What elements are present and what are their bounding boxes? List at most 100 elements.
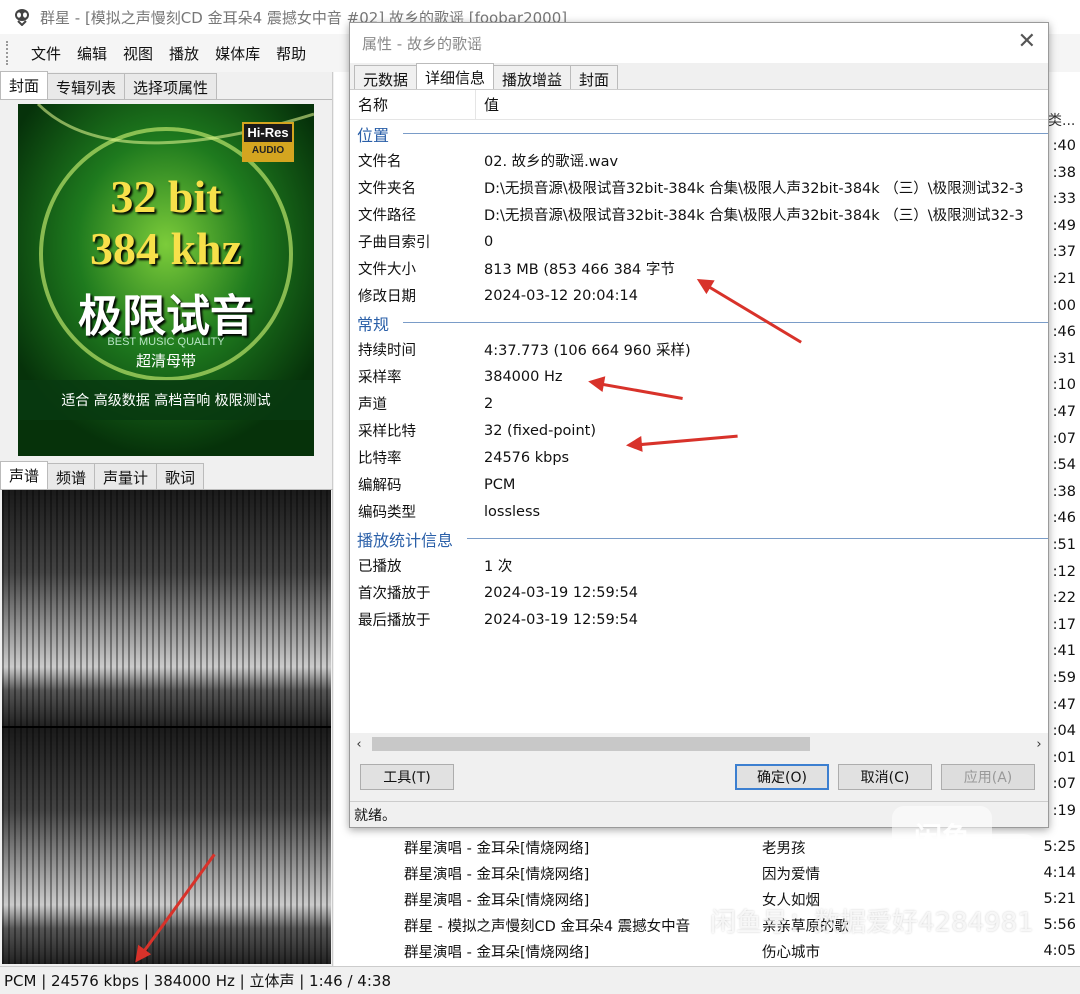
detail-value: 0 <box>484 233 494 250</box>
detail-row[interactable]: 最后播放于 2024-03-19 12:59:54 <box>350 606 1048 633</box>
menu-file[interactable]: 文件 <box>23 43 69 64</box>
section-title: 常规 <box>357 314 390 334</box>
playlist-duration-cell: :59 <box>1052 670 1076 686</box>
detail-row[interactable]: 比特率 24576 kbps <box>350 444 1048 471</box>
detail-name: 采样率 <box>358 370 402 386</box>
detail-value: 24576 kbps <box>484 449 570 466</box>
cover-line2: 384 khz <box>89 223 243 274</box>
row-artist: 群星演唱 - 金耳朵[情烧网络] <box>404 866 590 883</box>
row-title: 伤心城市 <box>762 944 820 961</box>
detail-row[interactable]: 声道 2 <box>350 390 1048 417</box>
tab-artwork[interactable]: 封面 <box>570 65 619 89</box>
scrollbar-thumb[interactable] <box>372 737 810 751</box>
cover-footer: 适合 高级数据 高档音响 极限测试 <box>61 393 271 409</box>
toolbar-grip[interactable] <box>6 41 9 65</box>
detail-value: 2024-03-19 12:59:54 <box>484 584 638 601</box>
ok-button[interactable]: 确定(O) <box>735 764 829 790</box>
left-top-tabs: 封面 专辑列表 选择项属性 <box>0 71 332 100</box>
cover-line5: 超清母带 <box>135 352 196 370</box>
tab-lyrics[interactable]: 歌词 <box>156 463 205 489</box>
tab-volume-meter[interactable]: 声量计 <box>94 463 158 489</box>
apply-button[interactable]: 应用(A) <box>941 764 1035 790</box>
dialog-title-bar: 属性 - 故乡的歌谣 ✕ <box>350 23 1048 63</box>
left-panel: 封面 专辑列表 选择项属性 Hi-Res AUDIO 32 bit 384 kh… <box>0 71 333 966</box>
playlist-duration-cell: :51 <box>1052 537 1076 553</box>
menu-playback[interactable]: 播放 <box>161 43 207 64</box>
detail-row[interactable]: 持续时间 4:37.773 (106 664 960 采样) <box>350 336 1048 363</box>
cancel-button[interactable]: 取消(C) <box>838 764 932 790</box>
section-divider <box>403 133 1048 134</box>
playlist-duration-cell: :12 <box>1052 563 1076 580</box>
left-bottom-tabs: 声谱 频谱 声量计 歌词 <box>0 461 333 490</box>
playlist-duration-cell: :47 <box>1052 696 1076 713</box>
section-title: 播放统计信息 <box>357 530 454 550</box>
detail-value: 32 (fixed-point) <box>484 422 596 439</box>
detail-name: 文件夹名 <box>358 181 416 197</box>
section-divider <box>403 322 1048 323</box>
detail-row[interactable]: 首次播放于 2024-03-19 12:59:54 <box>350 579 1048 606</box>
detail-value: 384000 Hz <box>484 368 563 385</box>
detail-row[interactable]: 子曲目索引 0 <box>350 228 1048 255</box>
details-table[interactable]: 名称 值 位置 文件名 02. 故乡的歌谣.wav 文件夹名 D:\无损音源\极限试音3… <box>350 89 1048 733</box>
tab-replaygain[interactable]: 播放增益 <box>493 65 572 89</box>
detail-row[interactable]: 编码类型 lossless <box>350 498 1048 525</box>
tab-spectrogram[interactable]: 声谱 <box>0 461 49 489</box>
row-artist: 群星演唱 - 金耳朵[情烧网络] <box>404 840 590 857</box>
detail-row[interactable]: 文件夹名 D:\无损音源\极限试音32bit-384k 合集\极限人声32bit-… <box>350 174 1048 201</box>
detail-value: D:\无损音源\极限试音32bit-384k 合集\极限人声32bit-384k… <box>484 181 1024 197</box>
detail-row[interactable]: 已播放 1 次 <box>350 552 1048 579</box>
detail-name: 首次播放于 <box>358 586 431 602</box>
tab-album-list[interactable]: 专辑列表 <box>47 73 126 99</box>
playlist-duration-cell: :37 <box>1052 244 1076 261</box>
playlist-duration-cell: :21 <box>1052 271 1076 287</box>
detail-name: 文件大小 <box>358 262 416 278</box>
watermark-text: 闲鱼号：数据爱好4284981 <box>710 908 1034 938</box>
scroll-right-icon[interactable]: › <box>1030 737 1048 752</box>
cover-line1: 32 bit <box>110 171 222 222</box>
detail-value: 4:37.773 (106 664 960 采样) <box>484 343 691 359</box>
section-title: 位置 <box>357 125 390 145</box>
playlist-duration-cell: :40 <box>1052 138 1076 154</box>
playlist-duration-cell: :38 <box>1052 164 1076 181</box>
header-name[interactable]: 名称 <box>350 90 476 119</box>
tools-button[interactable]: 工具(T) <box>360 764 454 790</box>
row-artist: 群星演唱 - 金耳朵[情烧网络] <box>404 944 590 961</box>
detail-name: 修改日期 <box>358 289 416 305</box>
playlist-duration-cell: :19 <box>1052 803 1076 819</box>
menu-library[interactable]: 媒体库 <box>207 43 268 64</box>
playlist-duration-cell: :07 <box>1052 776 1076 793</box>
playlist-column-header[interactable]: 类... <box>1048 110 1075 130</box>
detail-row[interactable]: 文件名 02. 故乡的歌谣.wav <box>350 147 1048 174</box>
close-icon[interactable]: ✕ <box>1018 29 1036 54</box>
album-cover: Hi-Res AUDIO 32 bit 384 khz 极限试音 BEST MU… <box>18 104 314 456</box>
playlist-duration-cell: :54 <box>1052 457 1076 474</box>
playlist-duration-cell: :17 <box>1052 616 1076 633</box>
detail-value: 2 <box>484 395 494 412</box>
scroll-left-icon[interactable]: ‹ <box>350 737 368 752</box>
details-sections: 位置 文件名 02. 故乡的歌谣.wav 文件夹名 D:\无损音源\极限试音32bit-… <box>350 120 1048 633</box>
detail-row[interactable]: 编解码 PCM <box>350 471 1048 498</box>
menu-help[interactable]: 帮助 <box>268 43 314 64</box>
tab-metadata[interactable]: 元数据 <box>354 65 418 89</box>
tab-spectrum[interactable]: 频谱 <box>47 463 96 489</box>
playlist-duration-cell: :41 <box>1052 643 1076 660</box>
horizontal-scrollbar[interactable]: ‹ › <box>350 733 1048 755</box>
section-header: 常规 <box>350 309 1048 336</box>
menu-edit[interactable]: 编辑 <box>69 43 115 64</box>
playlist-duration-cell: :47 <box>1052 404 1076 420</box>
tab-selection-properties[interactable]: 选择项属性 <box>124 73 218 99</box>
playlist-duration-cell: :07 <box>1052 430 1076 447</box>
section-header: 播放统计信息 <box>350 525 1048 552</box>
tab-cover[interactable]: 封面 <box>0 71 49 99</box>
playlist-row[interactable]: 群星演唱 - 金耳朵[情烧网络] 伤心城市 4:05 <box>404 938 1080 964</box>
header-value[interactable]: 值 <box>476 94 499 115</box>
detail-name: 已播放 <box>358 559 402 575</box>
cover-line4: BEST MUSIC QUALITY <box>107 336 225 348</box>
detail-name: 最后播放于 <box>358 613 431 629</box>
playlist-duration-cell: :01 <box>1052 749 1076 766</box>
detail-row[interactable]: 文件路径 D:\无损音源\极限试音32bit-384k 合集\极限人声32bit-… <box>350 201 1048 228</box>
menu-view[interactable]: 视图 <box>115 43 161 64</box>
playlist-duration-cell: :46 <box>1052 324 1076 341</box>
tab-details[interactable]: 详细信息 <box>416 63 495 89</box>
detail-row[interactable]: 采样率 384000 Hz <box>350 363 1048 390</box>
